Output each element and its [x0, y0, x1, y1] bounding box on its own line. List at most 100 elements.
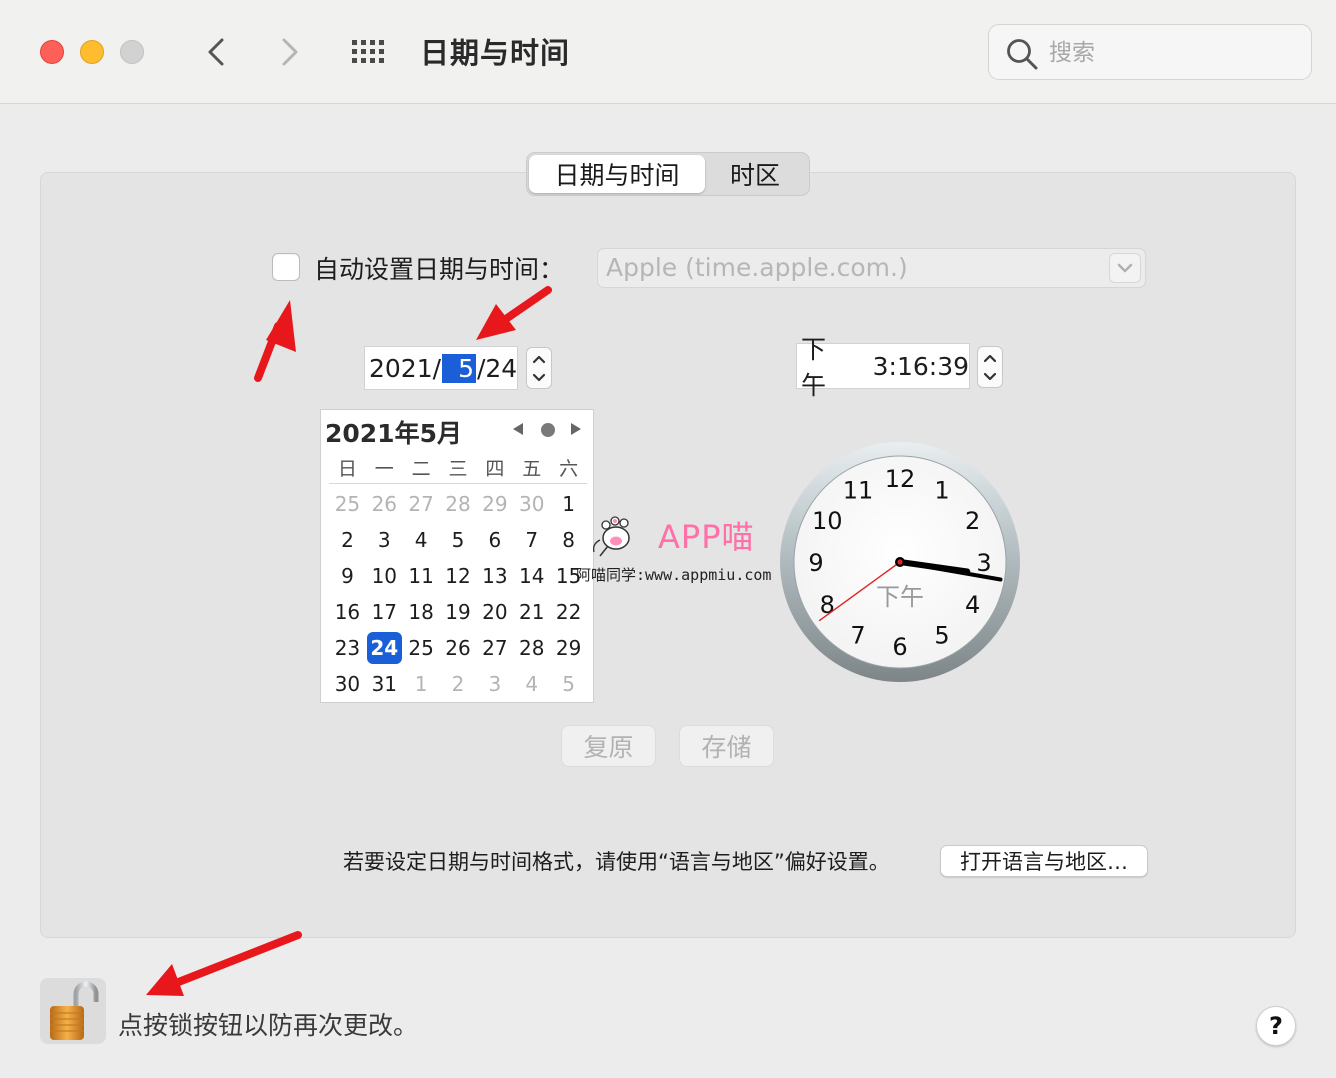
stepper-down-icon[interactable]: [978, 367, 1002, 387]
weekday-label: 二: [411, 458, 431, 480]
stepper-up-icon[interactable]: [978, 348, 1002, 368]
time-field[interactable]: 下午 3:16:39: [796, 335, 970, 400]
watermark-brand: APP喵: [658, 518, 755, 556]
calendar-day[interactable]: 22: [550, 596, 587, 628]
calendar-title: 2021年5月: [325, 419, 462, 448]
calendar-day[interactable]: 30: [513, 488, 550, 520]
time-ampm[interactable]: 下午: [801, 330, 845, 402]
clock-number: 6: [892, 633, 907, 661]
calendar-day[interactable]: 19: [440, 596, 477, 628]
watermark-url: 阿喵同学:www.appmiu.com: [576, 566, 772, 584]
calendar-day[interactable]: 12: [440, 560, 477, 592]
revert-button[interactable]: 复原: [562, 726, 655, 766]
clock-number: 10: [812, 507, 843, 535]
calendar-day[interactable]: 1: [403, 668, 440, 700]
forward-button[interactable]: [270, 30, 310, 74]
calendar-week-row: 2345678: [329, 522, 587, 558]
date-year[interactable]: 2021: [369, 354, 433, 383]
clock-number: 12: [885, 465, 916, 493]
weekday-label: 五: [522, 458, 542, 480]
calendar-day[interactable]: 9: [329, 560, 366, 592]
chevron-right-icon: [282, 38, 298, 66]
lock-button[interactable]: [40, 978, 106, 1044]
calendar-day[interactable]: 27: [403, 488, 440, 520]
clock-number: 2: [965, 507, 980, 535]
calendar-day[interactable]: 6: [476, 524, 513, 556]
clock-center-dot: [897, 559, 903, 565]
window-title: 日期与时间: [420, 36, 571, 70]
date-month-selected[interactable]: 5: [442, 353, 476, 383]
unlocked-padlock-icon: [50, 981, 99, 1040]
show-all-button[interactable]: [350, 36, 390, 68]
triangle-left-icon[interactable]: [511, 422, 525, 436]
search-input[interactable]: [1049, 35, 1289, 71]
watermark: APP喵 阿喵同学:www.appmiu.com: [576, 508, 780, 588]
calendar-day[interactable]: 26: [440, 632, 477, 664]
calendar-grid: 25 26 27 28 29 30 1 2 3 4 5 6 7 8 9 10 11 12 13 14 15 16 17 18 1…: [329, 486, 587, 702]
calendar-day[interactable]: 27: [476, 632, 513, 664]
calendar-day[interactable]: 21: [513, 596, 550, 628]
calendar-day[interactable]: 20: [476, 596, 513, 628]
time-value[interactable]: 3:16:39: [873, 352, 969, 381]
date-field[interactable]: 2021/5/24: [364, 346, 518, 390]
calendar-day[interactable]: 25: [403, 632, 440, 664]
calendar-day[interactable]: 29: [550, 632, 587, 664]
calendar-day[interactable]: 17: [366, 596, 403, 628]
clock-number: 1: [934, 476, 949, 504]
triangle-right-icon[interactable]: [569, 422, 583, 436]
auto-set-checkbox[interactable]: [272, 253, 300, 281]
annotation-arrow: [146, 931, 302, 996]
calendar-day[interactable]: 13: [476, 560, 513, 592]
calendar-day[interactable]: 2: [329, 524, 366, 556]
calendar-day[interactable]: 18: [403, 596, 440, 628]
save-button[interactable]: 存储: [680, 726, 773, 766]
tab-date-time[interactable]: 日期与时间: [529, 155, 705, 193]
calendar-day[interactable]: 26: [366, 488, 403, 520]
zoom-window-button[interactable]: [120, 40, 144, 64]
stepper-down-icon[interactable]: [527, 368, 551, 388]
minimize-window-button[interactable]: [80, 40, 104, 64]
calendar-day[interactable]: 28: [513, 632, 550, 664]
time-stepper[interactable]: [977, 346, 1003, 388]
search-icon: [1007, 39, 1038, 70]
calendar-day[interactable]: 7: [513, 524, 550, 556]
calendar-day-selected[interactable]: 24: [366, 632, 402, 664]
calendar-day[interactable]: 25: [329, 488, 366, 520]
calendar-day[interactable]: 23: [329, 632, 366, 664]
tab-time-zone[interactable]: 时区: [705, 155, 805, 193]
today-dot-icon[interactable]: [541, 423, 555, 437]
calendar-day[interactable]: 5: [550, 668, 587, 700]
weekday-label: 三: [448, 458, 468, 480]
analog-clock: 12 1234567891011 下午: [780, 442, 1020, 682]
calendar-day[interactable]: 28: [440, 488, 477, 520]
help-button[interactable]: ?: [1256, 1006, 1296, 1046]
calendar-day[interactable]: 2: [440, 668, 477, 700]
calendar-week-row: 16 17 18 19 20 21 22: [329, 594, 587, 630]
calendar-day[interactable]: 30: [329, 668, 366, 700]
close-window-button[interactable]: [40, 40, 64, 64]
calendar-day[interactable]: 3: [476, 668, 513, 700]
search-box[interactable]: [988, 24, 1312, 80]
calendar-day[interactable]: 10: [366, 560, 403, 592]
calendar-day[interactable]: 5: [440, 524, 477, 556]
calendar-day[interactable]: 3: [366, 524, 403, 556]
calendar: 2021年5月 日一二三四五六 25 26 27 28 29 30 1 2 3 4 5 6 7 8 9 10 1…: [320, 409, 594, 703]
date-stepper[interactable]: [526, 347, 552, 389]
date-separator: /: [432, 353, 442, 383]
chevron-left-icon: [208, 38, 224, 66]
time-server-select: Apple (time.apple.com.): [597, 248, 1146, 288]
calendar-day[interactable]: 4: [513, 668, 550, 700]
calendar-day[interactable]: 14: [513, 560, 550, 592]
paw-logo-icon: [592, 516, 630, 557]
open-language-region-button[interactable]: 打开语言与地区…: [940, 845, 1148, 877]
calendar-day[interactable]: 11: [403, 560, 440, 592]
format-hint: 若要设定日期与时间格式，请使用“语言与地区”偏好设置。: [343, 850, 890, 874]
calendar-day[interactable]: 4: [403, 524, 440, 556]
calendar-day[interactable]: 16: [329, 596, 366, 628]
calendar-day[interactable]: 31: [366, 668, 403, 700]
date-day[interactable]: 24: [485, 354, 517, 383]
stepper-up-icon[interactable]: [527, 349, 551, 369]
back-button[interactable]: [196, 30, 236, 74]
calendar-day[interactable]: 29: [476, 488, 513, 520]
date-separator: /: [476, 353, 486, 383]
